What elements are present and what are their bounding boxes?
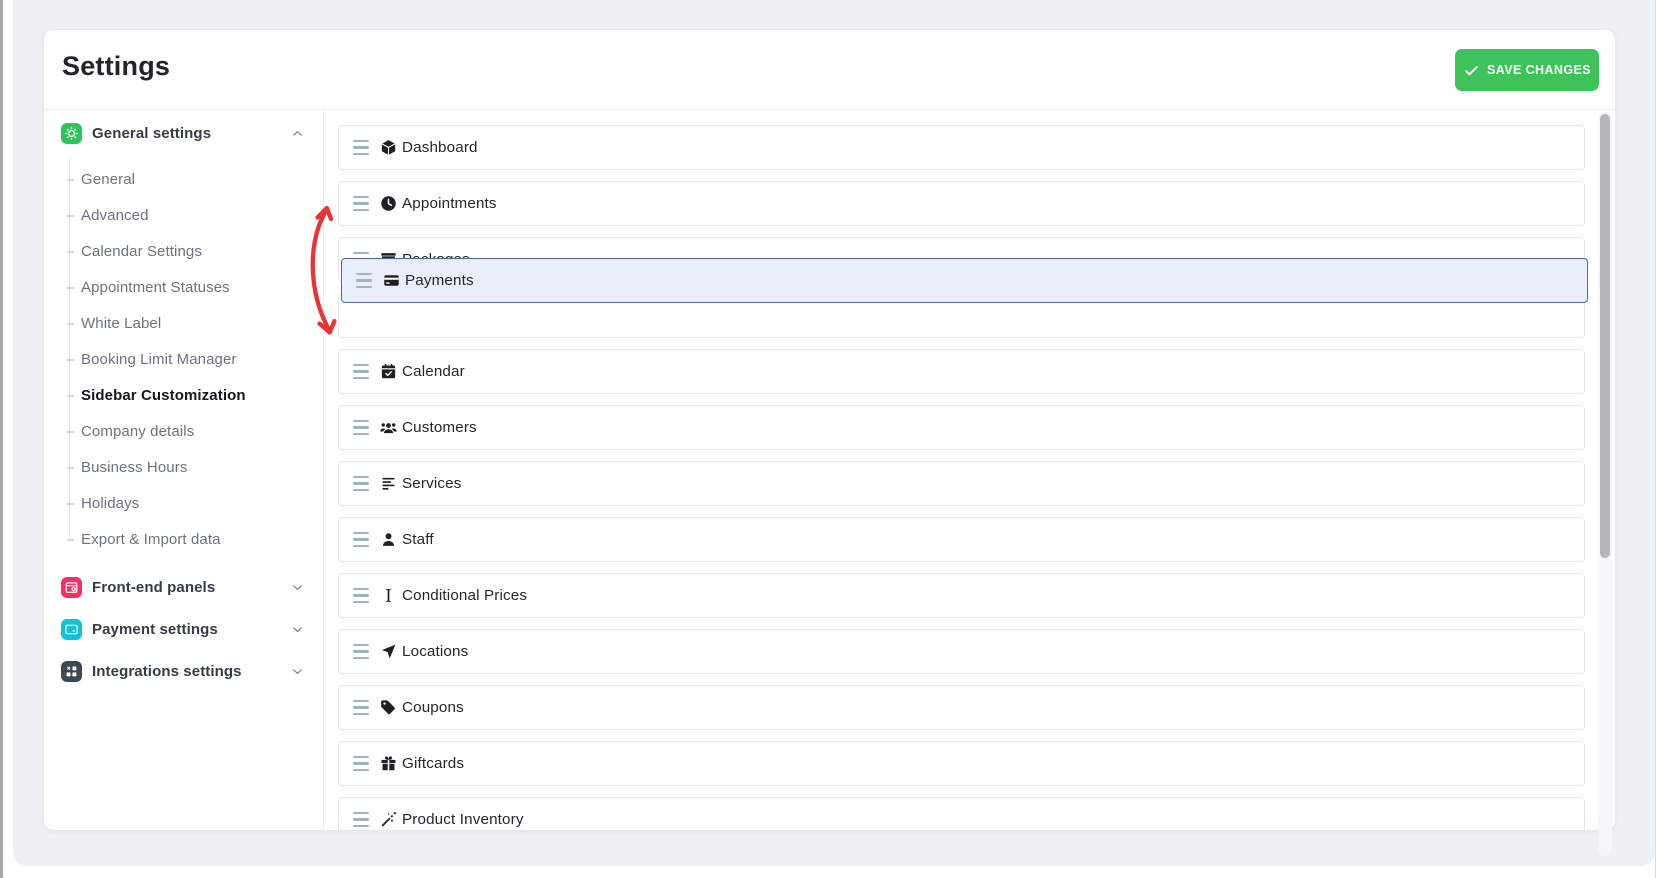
sidebar-item-business-hours[interactable]: Business Hours: [81, 458, 187, 478]
drag-handle-icon[interactable]: [353, 476, 369, 491]
sidebar-group-payment-settings[interactable]: Payment settings: [44, 616, 323, 644]
menu-row-product-inventory[interactable]: Product Inventory: [338, 797, 1585, 830]
services-icon: [380, 475, 397, 492]
menu-row-label: Services: [402, 475, 461, 492]
customers-icon: [380, 419, 397, 436]
drag-handle-icon[interactable]: [353, 700, 369, 715]
sidebar-item-sidebar-customization[interactable]: Sidebar Customization: [81, 386, 246, 406]
chevron-down-icon: [290, 580, 305, 595]
appointments-icon: [380, 195, 397, 212]
settings-page: Settings SAVE CHANGES General settingsGe…: [0, 0, 1660, 878]
tree-tick: [67, 179, 74, 181]
staff-icon: [380, 531, 397, 548]
menu-row-label: Staff: [402, 531, 434, 548]
tree-tick: [67, 431, 74, 433]
product-inventory-icon: [380, 811, 397, 828]
tree-tick: [67, 467, 74, 469]
sidebar-group-label: Integrations settings: [92, 663, 242, 680]
save-button-label: SAVE CHANGES: [1487, 63, 1591, 77]
sidebar-group-label: Front-end panels: [92, 579, 215, 596]
tree-tick: [67, 323, 74, 325]
sidebar-item-white-label[interactable]: White Label: [81, 314, 161, 334]
chevron-down-icon: [290, 622, 305, 637]
menu-row-label: Customers: [402, 419, 477, 436]
menu-row-label: Dashboard: [402, 139, 478, 156]
sidebar-item-appointment-statuses[interactable]: Appointment Statuses: [81, 278, 230, 298]
sidebar-group-integrations-settings[interactable]: Integrations settings: [44, 657, 323, 685]
payment-card-icon: [61, 619, 82, 640]
menu-row-customers[interactable]: Customers: [338, 405, 1585, 450]
drag-handle-icon[interactable]: [353, 420, 369, 435]
tree-tick: [67, 251, 74, 253]
sidebar-item-export-import-data[interactable]: Export & Import data: [81, 530, 221, 550]
calendar-icon: [380, 363, 397, 380]
conditional-prices-icon: [380, 587, 397, 604]
tree-tick: [67, 539, 74, 541]
check-icon: [1463, 62, 1480, 79]
tree-tick: [67, 359, 74, 361]
payments-icon: [383, 272, 400, 289]
window-edge-left: [0, 0, 3, 878]
sidebar-item-company-details[interactable]: Company details: [81, 422, 194, 442]
frontend-panels-icon: [61, 577, 82, 598]
scrollbar-thumb[interactable]: [1600, 114, 1610, 558]
scrollbar-track[interactable]: [1598, 112, 1612, 856]
sidebar-group-label: Payment settings: [92, 621, 218, 638]
drag-direction-arrow: [304, 196, 344, 344]
sidebar-item-advanced[interactable]: Advanced: [81, 206, 149, 226]
locations-icon: [380, 643, 397, 660]
chevron-down-icon: [290, 664, 305, 679]
menu-row-payments-dragging[interactable]: Payments: [341, 258, 1588, 303]
menu-row-label: Product Inventory: [402, 811, 524, 828]
sidebar-item-calendar-settings[interactable]: Calendar Settings: [81, 242, 202, 262]
save-changes-button[interactable]: SAVE CHANGES: [1455, 49, 1599, 91]
sidebar-group-front-end-panels[interactable]: Front-end panels: [44, 574, 323, 602]
menu-row-label: Appointments: [402, 195, 497, 212]
menu-row-label: Locations: [402, 643, 468, 660]
integrations-icon: [61, 661, 82, 682]
menu-row-locations[interactable]: Locations: [338, 629, 1585, 674]
tree-tick: [67, 287, 74, 289]
drag-handle-icon[interactable]: [353, 756, 369, 771]
menu-row-appointments[interactable]: Appointments: [338, 181, 1585, 226]
settings-card: Settings SAVE CHANGES General settingsGe…: [44, 30, 1615, 830]
menu-row-coupons[interactable]: Coupons: [338, 685, 1585, 730]
dashboard-icon: [380, 139, 397, 156]
menu-row-label: Payments: [405, 272, 474, 289]
sidebar-item-general[interactable]: General: [81, 170, 135, 190]
drag-handle-icon[interactable]: [353, 588, 369, 603]
menu-row-conditional-prices[interactable]: Conditional Prices: [338, 573, 1585, 618]
menu-row-label: Coupons: [402, 699, 464, 716]
sidebar-group-label: General settings: [92, 125, 211, 142]
drag-handle-icon[interactable]: [353, 532, 369, 547]
chevron-up-icon: [290, 126, 305, 141]
menu-row-label: Giftcards: [402, 755, 464, 772]
tree-tick: [67, 503, 74, 505]
tree-tick: [67, 395, 74, 397]
page-title: Settings: [62, 51, 170, 82]
menu-row-calendar[interactable]: Calendar: [338, 349, 1585, 394]
drag-handle-icon[interactable]: [356, 273, 372, 288]
menu-row-label: Calendar: [402, 363, 465, 380]
coupons-icon: [380, 699, 397, 716]
drag-handle-icon[interactable]: [353, 644, 369, 659]
menu-row-giftcards[interactable]: Giftcards: [338, 741, 1585, 786]
sidebar-item-holidays[interactable]: Holidays: [81, 494, 139, 514]
menu-row-staff[interactable]: Staff: [338, 517, 1585, 562]
card-header: Settings SAVE CHANGES: [44, 30, 1615, 110]
menu-row-dashboard[interactable]: Dashboard: [338, 125, 1585, 170]
drag-handle-icon[interactable]: [353, 140, 369, 155]
drag-handle-icon[interactable]: [353, 812, 369, 827]
menu-row-services[interactable]: Services: [338, 461, 1585, 506]
sidebar-group-general-settings[interactable]: General settings: [44, 120, 323, 148]
window-edge-right: [1655, 0, 1656, 878]
drag-handle-icon[interactable]: [353, 196, 369, 211]
sidebar-item-booking-limit-manager[interactable]: Booking Limit Manager: [81, 350, 237, 370]
gear-icon: [61, 123, 82, 144]
giftcards-icon: [380, 755, 397, 772]
menu-row-label: Conditional Prices: [402, 587, 527, 604]
drag-handle-icon[interactable]: [353, 364, 369, 379]
sidebar-nav: General settings General Advanced Calendar …: [44, 110, 323, 830]
tree-tick: [67, 215, 74, 217]
